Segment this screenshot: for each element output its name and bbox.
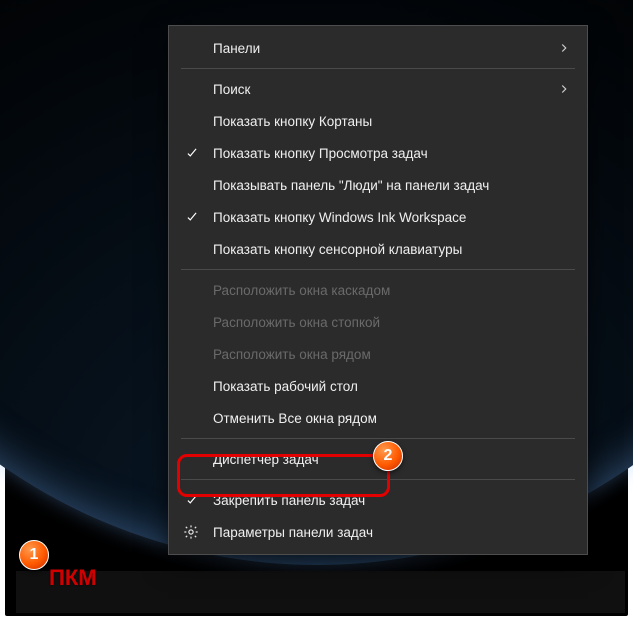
menu-item-label: Отменить Все окна рядом [213,411,377,426]
menu-item-label: Показать кнопку Кортаны [213,114,372,129]
annotation-step-2-badge: 2 [373,441,403,471]
chevron-right-icon [557,41,571,55]
taskbar-context-menu: Панели Поиск Показать кнопку Кортаны Пок… [168,25,588,555]
annotation-pkm-label: ПКМ [49,565,97,591]
menu-item-stacked: Расположить окна стопкой [169,306,587,338]
menu-item-cascade: Расположить окна каскадом [169,274,587,306]
menu-item-label: Расположить окна рядом [213,347,371,362]
menu-item-lock-taskbar[interactable]: Закрепить панель задач [169,484,587,516]
menu-item-show-taskview[interactable]: Показать кнопку Просмотра задач [169,137,587,169]
check-icon [185,210,199,224]
menu-separator [181,68,575,69]
menu-separator [181,269,575,270]
menu-item-show-cortana[interactable]: Показать кнопку Кортаны [169,105,587,137]
taskbar[interactable] [16,571,625,613]
menu-item-label: Показать кнопку Просмотра задач [213,146,428,161]
chevron-right-icon [557,82,571,96]
menu-item-label: Показать кнопку сенсорной клавиатуры [213,242,462,257]
check-icon [185,493,199,507]
menu-item-label: Панели [213,41,260,56]
menu-item-show-people[interactable]: Показывать панель "Люди" на панели задач [169,169,587,201]
menu-item-search[interactable]: Поиск [169,73,587,105]
menu-item-show-touch-keyboard[interactable]: Показать кнопку сенсорной клавиатуры [169,233,587,265]
menu-item-taskbar-settings[interactable]: Параметры панели задач [169,516,587,548]
menu-item-label: Показать рабочий стол [213,379,358,394]
menu-item-label: Расположить окна каскадом [213,283,390,298]
menu-item-undo-side-by-side[interactable]: Отменить Все окна рядом [169,402,587,434]
menu-item-panels[interactable]: Панели [169,32,587,64]
annotation-step-1-badge: 1 [19,540,49,570]
menu-item-label: Закрепить панель задач [213,493,365,508]
menu-item-label: Поиск [213,82,250,97]
menu-item-label: Показать кнопку Windows Ink Workspace [213,210,466,225]
check-icon [185,146,199,160]
menu-separator [181,479,575,480]
menu-separator [181,438,575,439]
screenshot-frame: Панели Поиск Показать кнопку Кортаны Пок… [5,5,628,616]
menu-item-show-desktop[interactable]: Показать рабочий стол [169,370,587,402]
menu-item-label: Расположить окна стопкой [213,315,380,330]
menu-item-label: Диспетчер задач [213,452,319,467]
menu-item-label: Показывать панель "Люди" на панели задач [213,178,489,193]
menu-item-side-by-side: Расположить окна рядом [169,338,587,370]
menu-item-label: Параметры панели задач [213,525,373,540]
menu-item-show-ink[interactable]: Показать кнопку Windows Ink Workspace [169,201,587,233]
gear-icon [183,524,199,540]
